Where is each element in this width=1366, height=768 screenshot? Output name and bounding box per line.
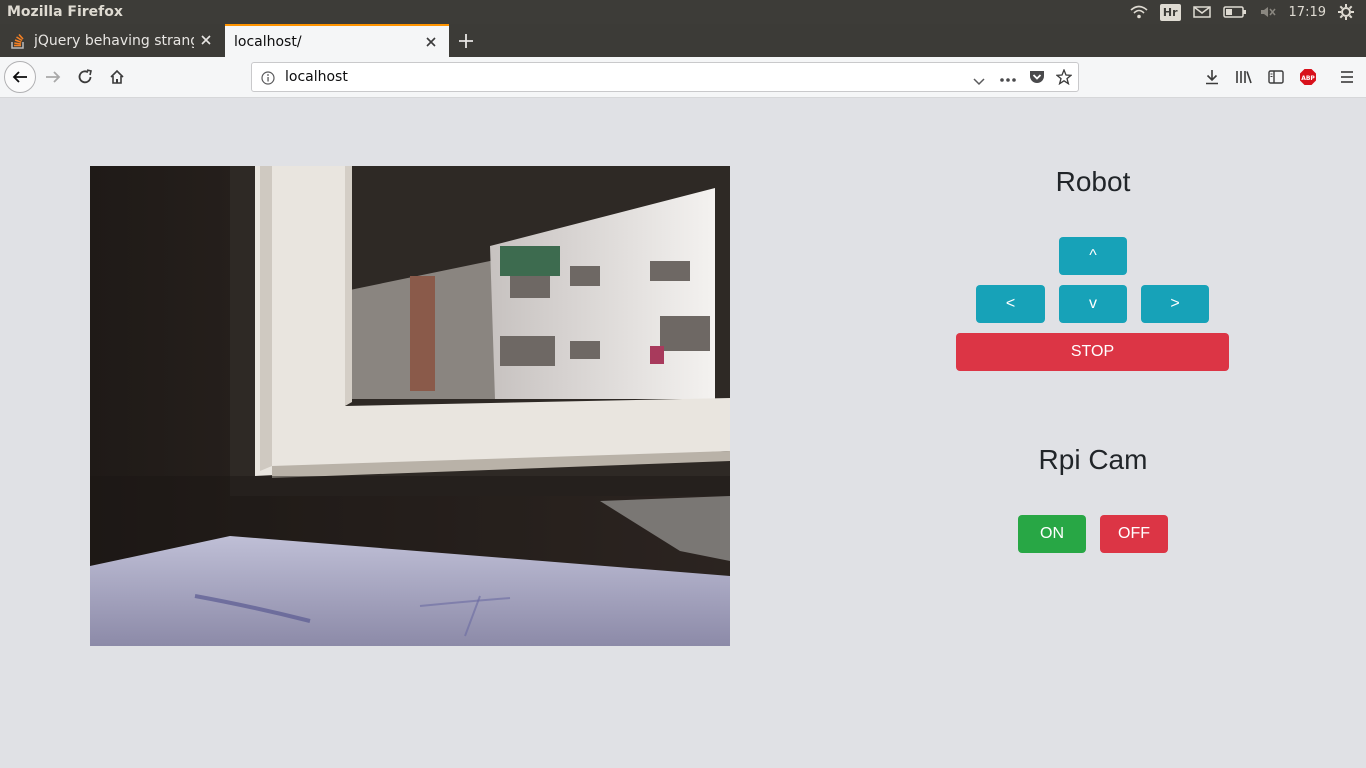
mail-icon[interactable] [1192,6,1211,18]
battery-icon[interactable] [1222,6,1247,18]
back-button[interactable] [4,61,36,93]
tab-strip: jQuery behaving strange localhost/ [0,24,1366,57]
url-text[interactable]: localhost [285,69,348,85]
robot-backward-button[interactable]: v [1059,285,1127,323]
url-bar[interactable]: localhost [251,62,1079,92]
sidebar-icon [1268,70,1284,84]
chevron-down-icon[interactable] [973,72,985,91]
robot-forward-button[interactable]: ^ [1059,237,1127,275]
robot-stop-button[interactable]: STOP [956,333,1229,371]
library-icon [1236,71,1252,84]
new-tab-button[interactable] [452,24,480,57]
settings-gear-icon[interactable] [1338,4,1354,20]
wifi-icon[interactable] [1130,5,1148,19]
volume-muted-icon[interactable] [1259,5,1277,19]
plus-icon [459,33,473,48]
page-actions-icon[interactable] [999,71,1017,90]
home-button[interactable] [107,67,127,87]
cam-on-button[interactable]: ON [1018,515,1086,553]
downloads-button[interactable] [1202,67,1222,87]
keyboard-layout-indicator[interactable]: Hr [1159,3,1181,21]
window-title: Mozilla Firefox [7,4,123,20]
home-icon [110,69,124,84]
camera-feed-image [90,166,730,646]
tab-jquery[interactable]: jQuery behaving strange [0,24,224,57]
keyboard-layout-label: Hr [1159,3,1181,21]
forward-button[interactable] [43,67,63,87]
adblock-plus-icon: ABP [1300,69,1316,85]
rpi-cam-heading: Rpi Cam [1038,444,1148,475]
stackoverflow-icon [10,33,26,49]
menu-button[interactable] [1337,67,1357,87]
robot-right-button[interactable]: > [1141,285,1209,323]
robot-left-button[interactable]: < [976,285,1045,323]
camera-stream [90,166,730,646]
adblock-plus-button[interactable]: ABP [1298,67,1318,87]
os-top-panel: Mozilla Firefox Hr 17:19 [0,0,1366,24]
reload-icon [78,69,92,84]
download-icon [1206,70,1218,85]
hamburger-menu-icon [1341,71,1353,83]
tab-label: localhost/ [234,33,302,50]
sidebar-button[interactable] [1266,67,1286,87]
svg-text:ABP: ABP [1301,75,1315,82]
reload-button[interactable] [75,67,95,87]
clock[interactable]: 17:19 [1289,5,1326,20]
system-tray: Hr 17:19 [1130,0,1366,24]
close-tab-icon[interactable] [198,32,214,48]
forward-arrow-icon [46,71,61,83]
navigation-toolbar: localhost ABP [0,57,1366,98]
tab-localhost[interactable]: localhost/ [225,24,449,57]
library-button[interactable] [1234,67,1254,87]
tab-label: jQuery behaving strange [34,32,194,49]
back-arrow-icon [12,71,27,83]
pocket-icon[interactable] [1029,69,1045,89]
robot-heading: Robot [1055,166,1131,197]
info-icon[interactable] [261,70,275,89]
bookmark-star-icon[interactable] [1055,68,1073,89]
close-tab-icon[interactable] [423,34,439,50]
page-content: Robot ^ < v > STOP Rpi Cam ON OFF [0,98,1366,768]
cam-off-button[interactable]: OFF [1100,515,1168,553]
